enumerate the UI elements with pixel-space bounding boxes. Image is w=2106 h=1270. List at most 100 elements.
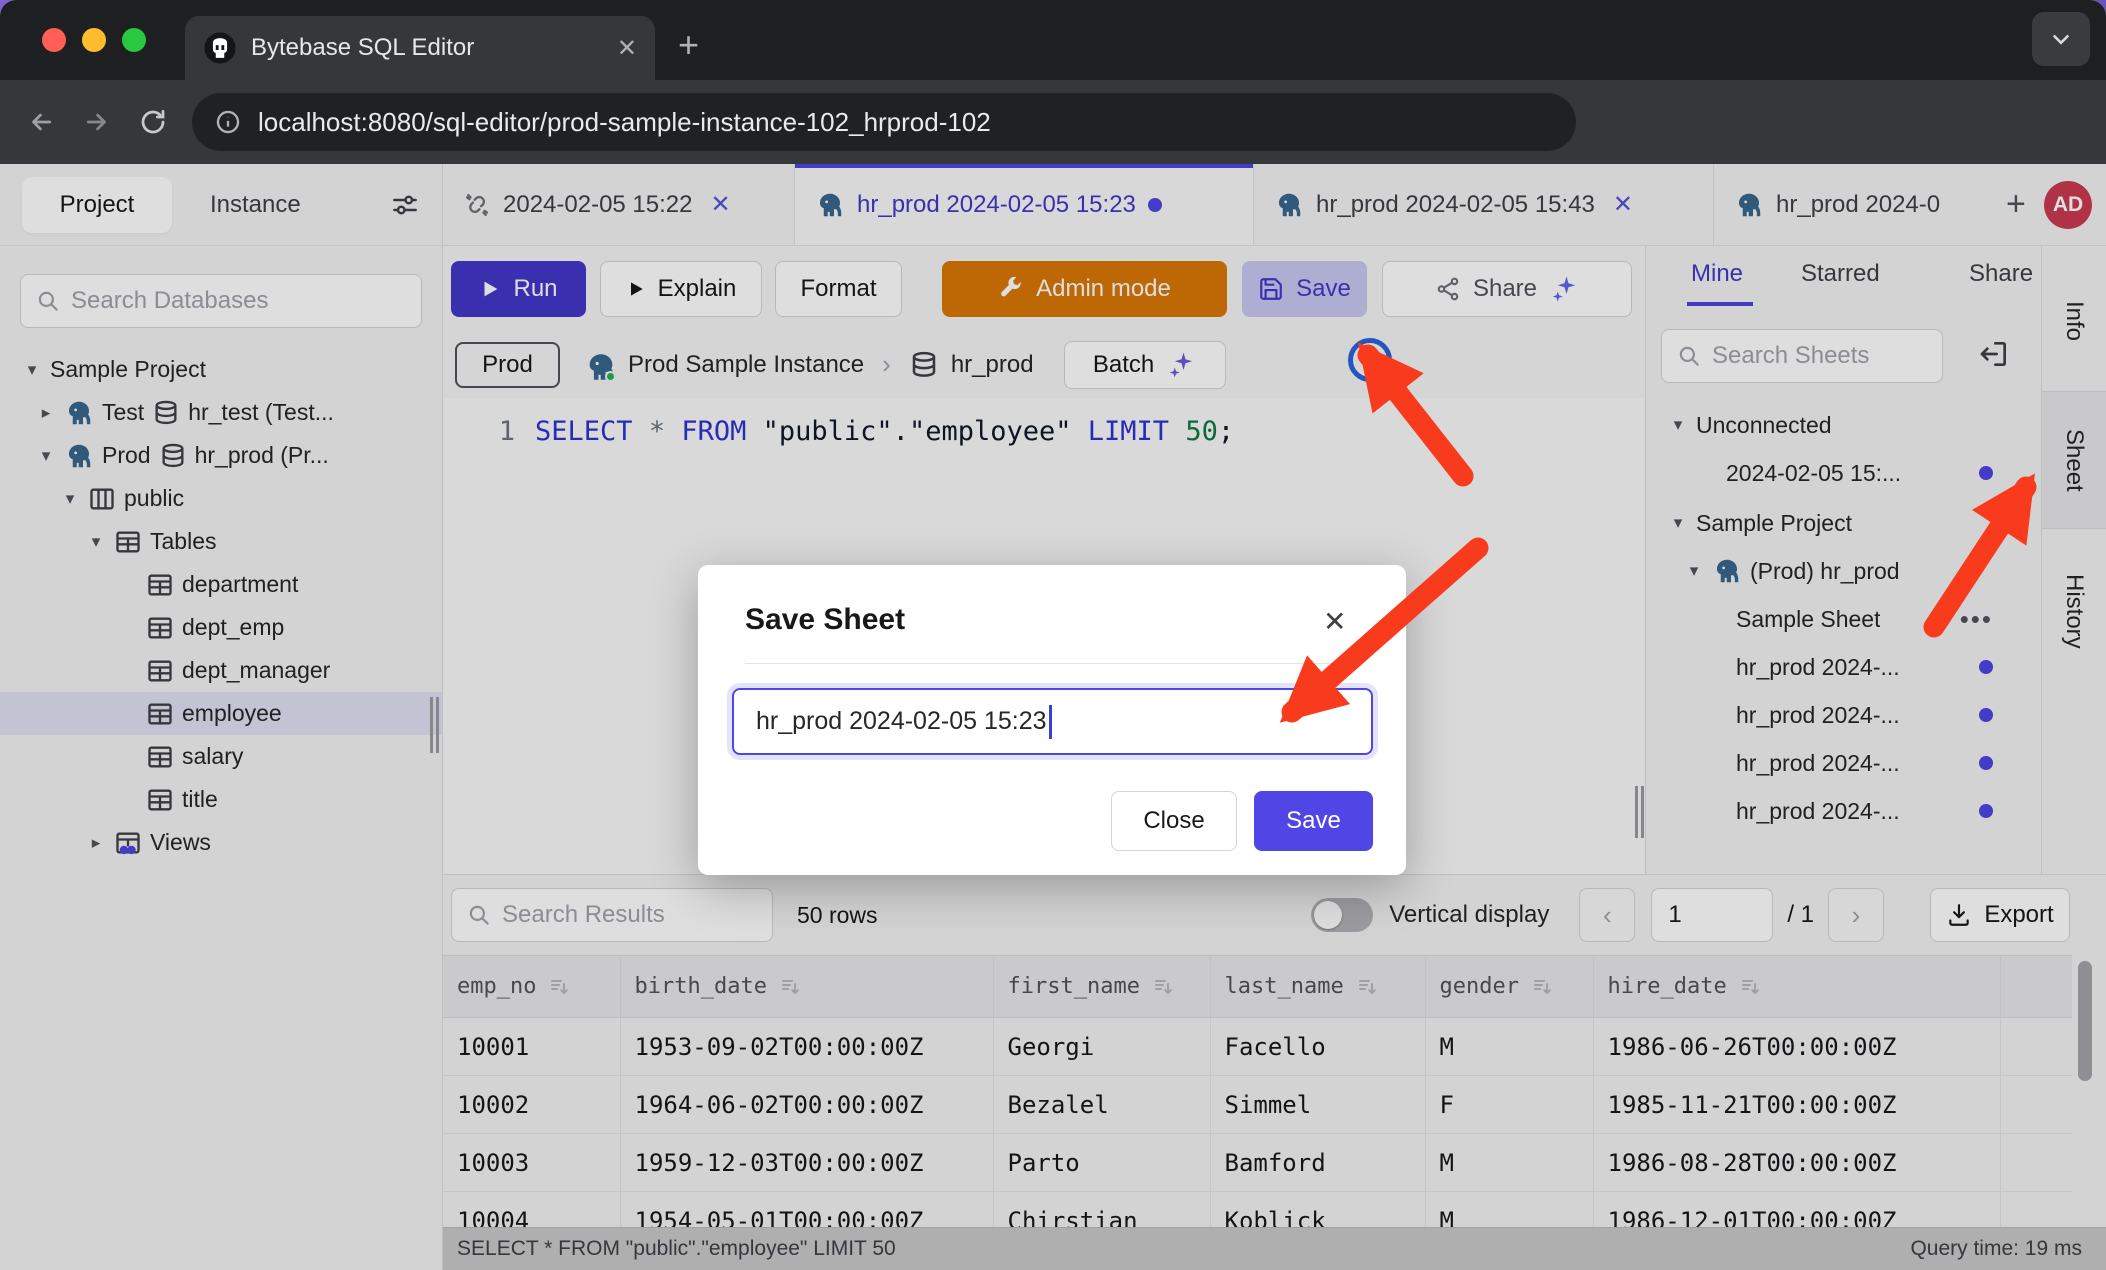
prev-page-button[interactable]: ‹	[1579, 888, 1635, 942]
dialog-save-button[interactable]: Save	[1254, 791, 1373, 851]
column-header[interactable]: last_name	[1210, 956, 1425, 1018]
sidebar-resize-handle[interactable]	[430, 697, 440, 753]
tree-item-table-dept-manager[interactable]: dept_manager	[0, 649, 442, 692]
tree-item-test-database[interactable]: ▸ Test hr_test (Test...	[0, 391, 442, 434]
environment-chip[interactable]: Prod	[455, 342, 560, 388]
tab-share[interactable]: Share	[1969, 260, 2033, 288]
tab-search-chevron-button[interactable]	[2032, 12, 2090, 66]
worksheet-tab-2-active[interactable]: hr_prod 2024-02-05 15:23	[795, 164, 1254, 245]
column-header[interactable]: birth_date	[620, 956, 993, 1018]
reload-icon[interactable]	[138, 107, 168, 137]
site-info-icon[interactable]	[214, 108, 242, 136]
column-header[interactable]: emp_no	[443, 956, 620, 1018]
sheet-name-input[interactable]: hr_prod 2024-02-05 15:23	[732, 688, 1373, 755]
page-number-input[interactable]: 1	[1651, 888, 1773, 942]
caret-right-icon[interactable]: ▸	[86, 833, 106, 853]
add-worksheet-button[interactable]: +	[1990, 164, 2042, 245]
column-header[interactable]: gender	[1425, 956, 1593, 1018]
caret-down-icon[interactable]: ▾	[22, 360, 42, 380]
sort-icon[interactable]	[779, 975, 803, 999]
caret-down-icon[interactable]: ▾	[1668, 415, 1688, 435]
ai-assistant-button[interactable]	[1348, 338, 1392, 382]
close-tab-icon[interactable]: ✕	[1613, 190, 1633, 219]
sheet-item[interactable]: hr_prod 2024-...	[1646, 787, 2041, 835]
tree-item-tables-group[interactable]: ▾ Tables	[0, 520, 442, 563]
batch-button[interactable]: Batch	[1064, 341, 1226, 389]
table-scrollbar[interactable]	[2078, 961, 2092, 1223]
export-button[interactable]: Export	[1930, 888, 2070, 942]
window-minimize-button[interactable]	[82, 28, 106, 52]
tree-item-table-salary[interactable]: salary	[0, 735, 442, 778]
tree-item-project[interactable]: ▾ Sample Project	[0, 348, 442, 391]
search-databases-input[interactable]: Search Databases	[20, 274, 422, 328]
sheet-item[interactable]: 2024-02-05 15:...	[1646, 449, 2041, 497]
forward-icon[interactable]	[82, 107, 112, 137]
run-button[interactable]: Run	[451, 261, 586, 317]
sort-icon[interactable]	[1739, 975, 1763, 999]
sheet-item[interactable]: hr_prod 2024-...	[1646, 643, 2041, 691]
scrollbar-thumb[interactable]	[2078, 961, 2092, 1081]
sheet-item[interactable]: hr_prod 2024-...	[1646, 691, 2041, 739]
tab-history[interactable]: History	[2042, 529, 2106, 694]
caret-down-icon[interactable]: ▾	[1668, 513, 1688, 533]
panel-resize-handle[interactable]	[1635, 786, 1645, 838]
import-sheet-icon[interactable]	[1978, 338, 2010, 370]
search-results-input[interactable]: Search Results	[451, 888, 773, 942]
window-close-button[interactable]	[42, 28, 66, 52]
sheet-group-unconnected[interactable]: ▾ Unconnected	[1646, 401, 2041, 449]
sheet-group-project[interactable]: ▾ Sample Project	[1646, 499, 2041, 547]
tree-item-schema-public[interactable]: ▾ public	[0, 477, 442, 520]
table-row[interactable]: 100021964-06-02T00:00:00ZBezalelSimmelF1…	[443, 1076, 2072, 1134]
tab-mine[interactable]: Mine	[1691, 260, 1743, 288]
tree-item-table-title[interactable]: title	[0, 778, 442, 821]
admin-mode-button[interactable]: Admin mode	[942, 261, 1227, 317]
worksheet-tab-1[interactable]: 2024-02-05 15:22 ✕	[443, 164, 795, 245]
dialog-close-button[interactable]: Close	[1111, 791, 1237, 851]
table-row[interactable]: 100011953-09-02T00:00:00ZGeorgiFacelloM1…	[443, 1018, 2072, 1076]
column-header[interactable]: hire_date	[1593, 956, 2000, 1018]
column-header[interactable]: first_name	[993, 956, 1210, 1018]
save-button[interactable]: Save	[1242, 261, 1367, 317]
tree-item-table-dept-emp[interactable]: dept_emp	[0, 606, 442, 649]
sort-icon[interactable]	[1356, 975, 1380, 999]
back-icon[interactable]	[26, 107, 56, 137]
sort-icon[interactable]	[1531, 975, 1555, 999]
url-bar[interactable]: localhost:8080/sql-editor/prod-sample-in…	[192, 93, 1576, 151]
sort-icon[interactable]	[548, 975, 572, 999]
table-row[interactable]: 100041954-05-01T00:00:00ZChirstianKoblic…	[443, 1192, 2072, 1228]
avatar[interactable]: AD	[2044, 181, 2092, 229]
dialog-close-icon[interactable]: ✕	[1323, 605, 1346, 638]
search-sheets-input[interactable]: Search Sheets	[1661, 329, 1943, 383]
sort-icon[interactable]	[1152, 975, 1176, 999]
database-name[interactable]: hr_prod	[951, 351, 1034, 379]
new-tab-button[interactable]: +	[678, 24, 699, 66]
browser-tab[interactable]: Bytebase SQL Editor ✕	[185, 16, 655, 80]
caret-down-icon[interactable]: ▾	[86, 532, 106, 552]
worksheet-tab-3[interactable]: hr_prod 2024-02-05 15:43 ✕	[1254, 164, 1714, 245]
close-tab-icon[interactable]: ✕	[711, 190, 731, 219]
explain-button[interactable]: Explain	[600, 261, 762, 317]
vertical-display-toggle[interactable]	[1311, 898, 1373, 932]
tree-item-views-group[interactable]: ▸ Views	[0, 821, 442, 864]
tab-instance[interactable]: Instance	[210, 191, 301, 219]
tree-item-table-department[interactable]: department	[0, 563, 442, 606]
caret-down-icon[interactable]: ▾	[60, 489, 80, 509]
tree-item-prod-database[interactable]: ▾ Prod hr_prod (Pr...	[0, 434, 442, 477]
next-page-button[interactable]: ›	[1828, 888, 1884, 942]
sheet-item[interactable]: hr_prod 2024-...	[1646, 739, 2041, 787]
caret-right-icon[interactable]: ▸	[36, 403, 56, 423]
tab-sheet[interactable]: Sheet	[2042, 391, 2106, 529]
caret-down-icon[interactable]: ▾	[36, 446, 56, 466]
caret-down-icon[interactable]: ▾	[1684, 561, 1704, 581]
table-row[interactable]: 100031959-12-03T00:00:00ZPartoBamfordM19…	[443, 1134, 2072, 1192]
filter-settings-icon[interactable]	[390, 190, 420, 220]
worksheet-tab-4[interactable]: hr_prod 2024-0	[1714, 164, 1990, 245]
tab-project[interactable]: Project	[22, 177, 172, 233]
tab-info[interactable]: Info	[2042, 251, 2106, 391]
more-options-icon[interactable]: •••	[1960, 604, 1993, 635]
share-button[interactable]: Share	[1382, 261, 1632, 317]
sheet-group-database[interactable]: ▾ (Prod) hr_prod	[1646, 547, 2041, 595]
tree-item-table-employee[interactable]: employee	[0, 692, 442, 735]
window-zoom-button[interactable]	[122, 28, 146, 52]
sheet-item-sample-sheet[interactable]: Sample Sheet •••	[1646, 595, 2041, 643]
